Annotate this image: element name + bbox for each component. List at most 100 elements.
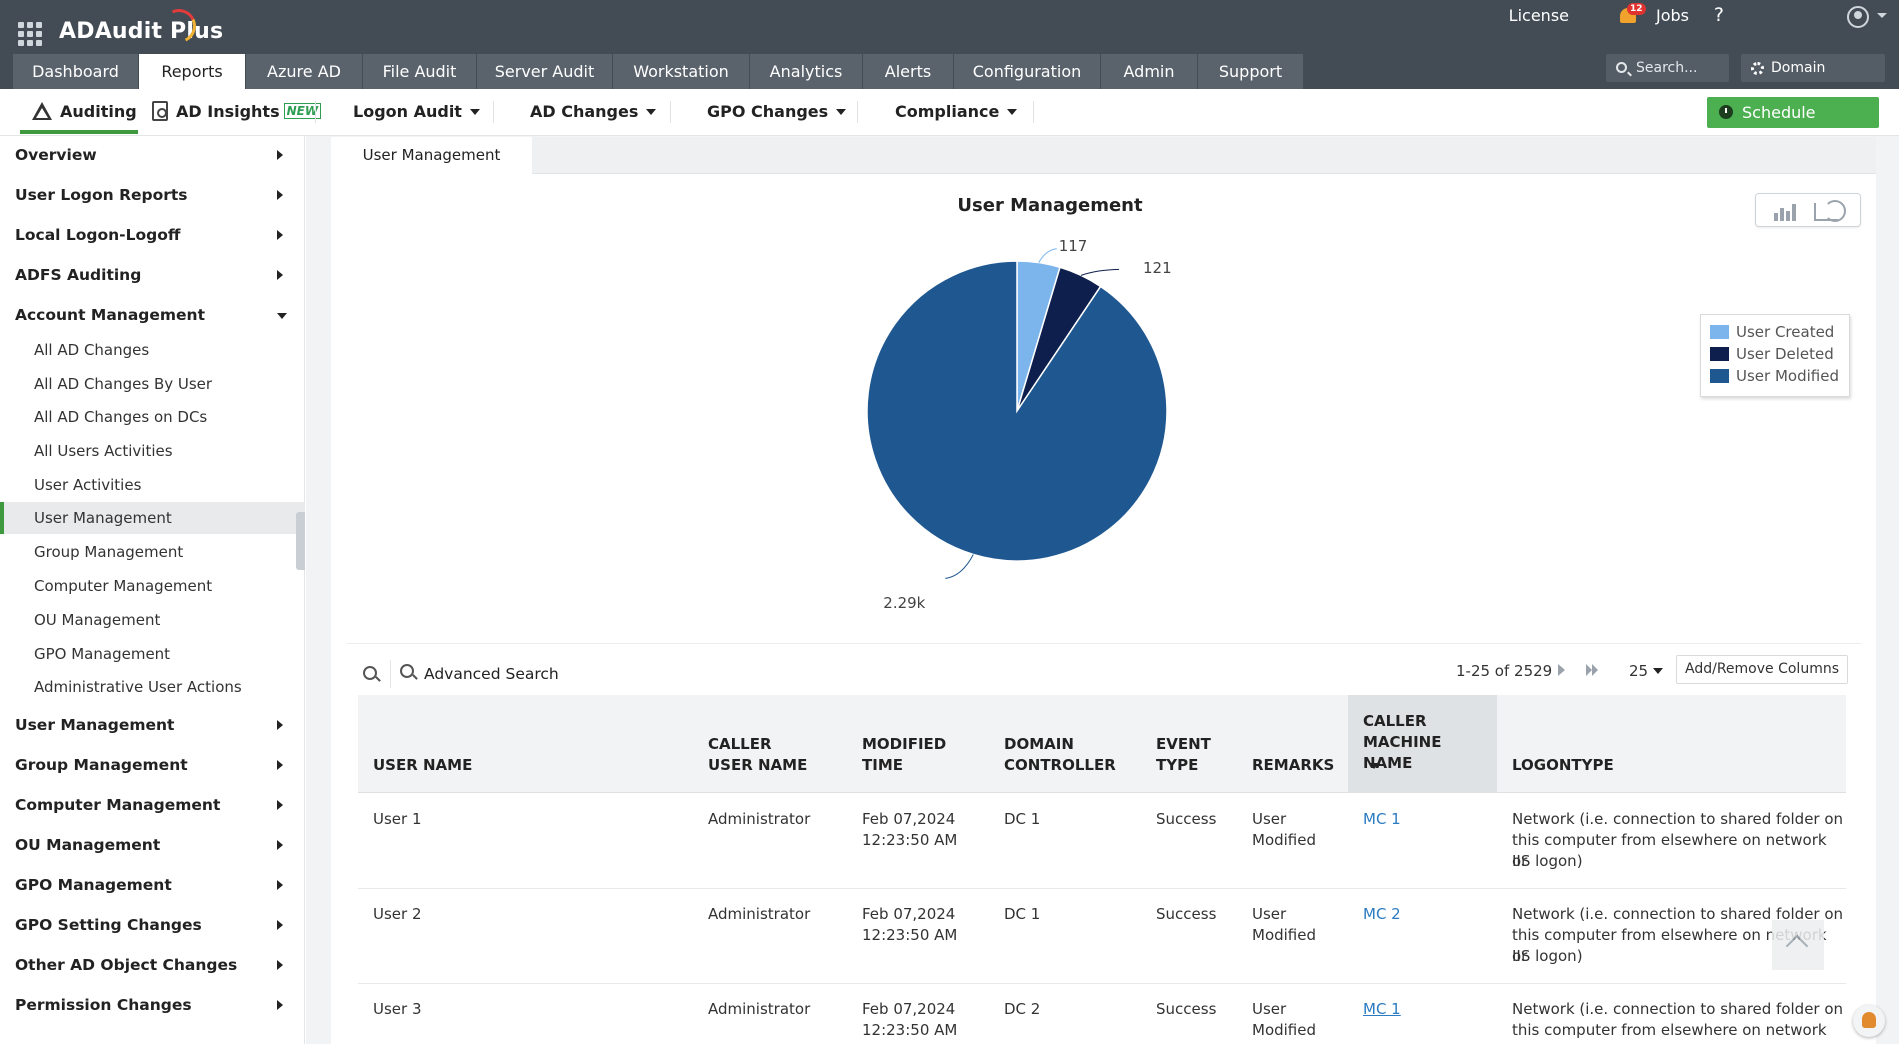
sidebar-item-overview[interactable]: Overview — [0, 139, 305, 171]
column-header-user-name[interactable]: USER NAME — [373, 755, 472, 776]
chart-legend: User Created User Deleted User Modified — [1700, 314, 1850, 397]
column-header-event-type[interactable]: EVENT TYPE — [1156, 734, 1226, 776]
advanced-search-link[interactable]: Advanced Search — [424, 665, 559, 683]
user-menu-chevron-down-icon[interactable] — [1877, 13, 1887, 18]
global-search-input[interactable]: Search... — [1606, 54, 1729, 82]
sidebar-item-other-ad-object-changes[interactable]: Other AD Object Changes — [0, 949, 305, 981]
cell-caller-machine-link[interactable]: MC 1 — [1363, 999, 1401, 1020]
subnav-auditing[interactable]: Auditing — [20, 89, 138, 134]
domain-settings-button[interactable]: Domain Settings — [1741, 54, 1885, 104]
cell-caller-machine-link[interactable]: MC 2 — [1363, 904, 1401, 925]
cell-logontype: IIS logon) — [1512, 947, 1583, 965]
sidebar-collapse-handle[interactable] — [296, 512, 305, 570]
sidebar-item-computer-management[interactable]: Computer Management — [0, 789, 305, 821]
sidebar-subitem-gpo-management[interactable]: GPO Management — [0, 638, 305, 670]
cell-modified-date: Feb 07,2024 — [862, 905, 956, 923]
cell-caller-machine-link[interactable]: MC 1 — [1363, 809, 1401, 830]
sidebar-item-permission-changes[interactable]: Permission Changes — [0, 989, 305, 1021]
user-management-pie-chart — [866, 248, 1168, 579]
subnav-gpo-changes[interactable]: GPO Changes — [707, 89, 847, 134]
sidebar-subitem-all-users-activities[interactable]: All Users Activities — [0, 435, 305, 467]
table-row[interactable]: User 3 Administrator Feb 07,2024 12:23:5… — [358, 984, 1846, 1044]
column-header-caller-user-name[interactable]: CALLER USER NAME — [708, 734, 818, 776]
sidebar-item-adfs-auditing[interactable]: ADFS Auditing — [0, 259, 305, 291]
sidebar-subitem-user-activities[interactable]: User Activities — [0, 469, 305, 501]
pie-slice-user-modified[interactable] — [866, 260, 1168, 562]
report-tab-user-management[interactable]: User Management — [331, 137, 532, 174]
license-link[interactable]: License — [1509, 6, 1569, 25]
subnav-divider — [670, 101, 671, 123]
legend-item-user-created[interactable]: User Created — [1710, 321, 1849, 343]
help-icon[interactable]: ? — [1714, 4, 1724, 26]
filter-search-icon[interactable] — [363, 666, 377, 680]
tab-server-audit[interactable]: Server Audit — [477, 54, 613, 89]
subnav-ad-insights[interactable]: AD Insights NEW — [152, 89, 322, 134]
tab-azure-ad[interactable]: Azure AD — [246, 54, 363, 89]
add-chart-icon[interactable] — [1772, 201, 1798, 221]
sidebar-subitem-user-management[interactable]: User Management — [0, 502, 305, 534]
tab-file-audit[interactable]: File Audit — [363, 54, 477, 89]
sidebar-item-gpo-management[interactable]: GPO Management — [0, 869, 305, 901]
next-page-icon[interactable] — [1558, 664, 1565, 676]
advanced-search-icon[interactable] — [400, 664, 414, 678]
chevron-right-icon — [277, 880, 283, 890]
legend-item-user-modified[interactable]: User Modified — [1710, 365, 1849, 387]
refresh-chart-icon[interactable] — [1824, 200, 1846, 222]
subnav-compliance[interactable]: Compliance — [895, 89, 1018, 134]
app-logo[interactable]: ADAudit Plus — [59, 19, 223, 44]
legend-item-user-deleted[interactable]: User Deleted — [1710, 343, 1849, 365]
subnav-ad-changes[interactable]: AD Changes — [530, 89, 657, 134]
column-header-domain-controller[interactable]: DOMAIN CONTROLLER — [1004, 734, 1116, 776]
sidebar-subitem-ou-management[interactable]: OU Management — [0, 604, 305, 636]
notification-bell-icon[interactable]: 12 — [1617, 3, 1646, 29]
tab-dashboard[interactable]: Dashboard — [13, 54, 139, 89]
chevron-down-icon — [1653, 668, 1664, 674]
sidebar-item-group-management[interactable]: Group Management — [0, 749, 305, 781]
schedule-reports-button[interactable]: Schedule Reports — [1707, 97, 1879, 153]
chevron-down-icon — [646, 109, 657, 115]
cell-remarks: User — [1252, 905, 1287, 923]
sidebar-item-user-management[interactable]: User Management — [0, 709, 305, 741]
user-avatar-icon[interactable] — [1847, 6, 1869, 28]
tab-support[interactable]: Support — [1198, 54, 1304, 89]
tab-alerts[interactable]: Alerts — [863, 54, 954, 89]
tab-workstation[interactable]: Workstation — [613, 54, 750, 89]
app-grid-icon[interactable] — [18, 22, 42, 46]
table-row[interactable]: User 2 Administrator Feb 07,2024 12:23:5… — [358, 889, 1846, 984]
sidebar-subitem-administrative-user-actions[interactable]: Administrative User Actions — [0, 671, 305, 703]
tab-analytics[interactable]: Analytics — [750, 54, 863, 89]
sidebar-item-account-management[interactable]: Account Management — [0, 299, 305, 331]
sidebar-item-ou-management[interactable]: OU Management — [0, 829, 305, 861]
sidebar-item-local-logon-logoff[interactable]: Local Logon-Logoff — [0, 219, 305, 251]
column-header-caller-machine-name[interactable]: CALLER MACHINE NAME — [1363, 711, 1493, 774]
sidebar-subitem-all-ad-changes[interactable]: All AD Changes — [0, 334, 305, 366]
sidebar-subitem-all-ad-changes-on-dcs[interactable]: All AD Changes on DCs — [0, 401, 305, 433]
sort-descending-icon[interactable] — [1369, 763, 1379, 769]
sidebar-subitem-all-ad-changes-by-user[interactable]: All AD Changes By User — [0, 368, 305, 400]
last-page-icon[interactable] — [1586, 664, 1600, 676]
scroll-to-top-button[interactable] — [1772, 920, 1824, 970]
cell-domain-controller: DC 2 — [1004, 1000, 1041, 1018]
sidebar-subitem-group-management[interactable]: Group Management — [0, 536, 305, 568]
subnav-divider — [493, 101, 494, 123]
tab-configuration[interactable]: Configuration — [954, 54, 1101, 89]
add-remove-columns-button[interactable]: Add/Remove Columns — [1676, 655, 1848, 684]
jobs-link[interactable]: Jobs — [1656, 6, 1689, 25]
page-size-select[interactable]: 25 — [1629, 662, 1664, 680]
cell-logontype: Network (i.e. connection to shared folde… — [1512, 1000, 1844, 1018]
tab-admin[interactable]: Admin — [1101, 54, 1198, 89]
subnav-ad-changes-label: AD Changes — [530, 102, 639, 121]
column-header-remarks[interactable]: REMARKS — [1252, 755, 1334, 776]
column-header-logontype[interactable]: LOGONTYPE — [1512, 755, 1614, 776]
tab-reports[interactable]: Reports — [139, 54, 246, 89]
column-header-modified-time[interactable]: MODIFIED TIME — [862, 734, 962, 776]
cell-user-name: User 2 — [373, 905, 422, 923]
chevron-right-icon — [277, 840, 283, 850]
subnav-logon-audit[interactable]: Logon Audit — [353, 89, 480, 134]
cell-user-name: User 1 — [373, 810, 422, 828]
sidebar-subitem-computer-management[interactable]: Computer Management — [0, 570, 305, 602]
sidebar-item-gpo-setting-changes[interactable]: GPO Setting Changes — [0, 909, 305, 941]
support-chat-icon[interactable] — [1853, 1005, 1885, 1037]
sidebar-item-user-logon-reports[interactable]: User Logon Reports — [0, 179, 305, 211]
table-row[interactable]: User 1 Administrator Feb 07,2024 12:23:5… — [358, 794, 1846, 889]
